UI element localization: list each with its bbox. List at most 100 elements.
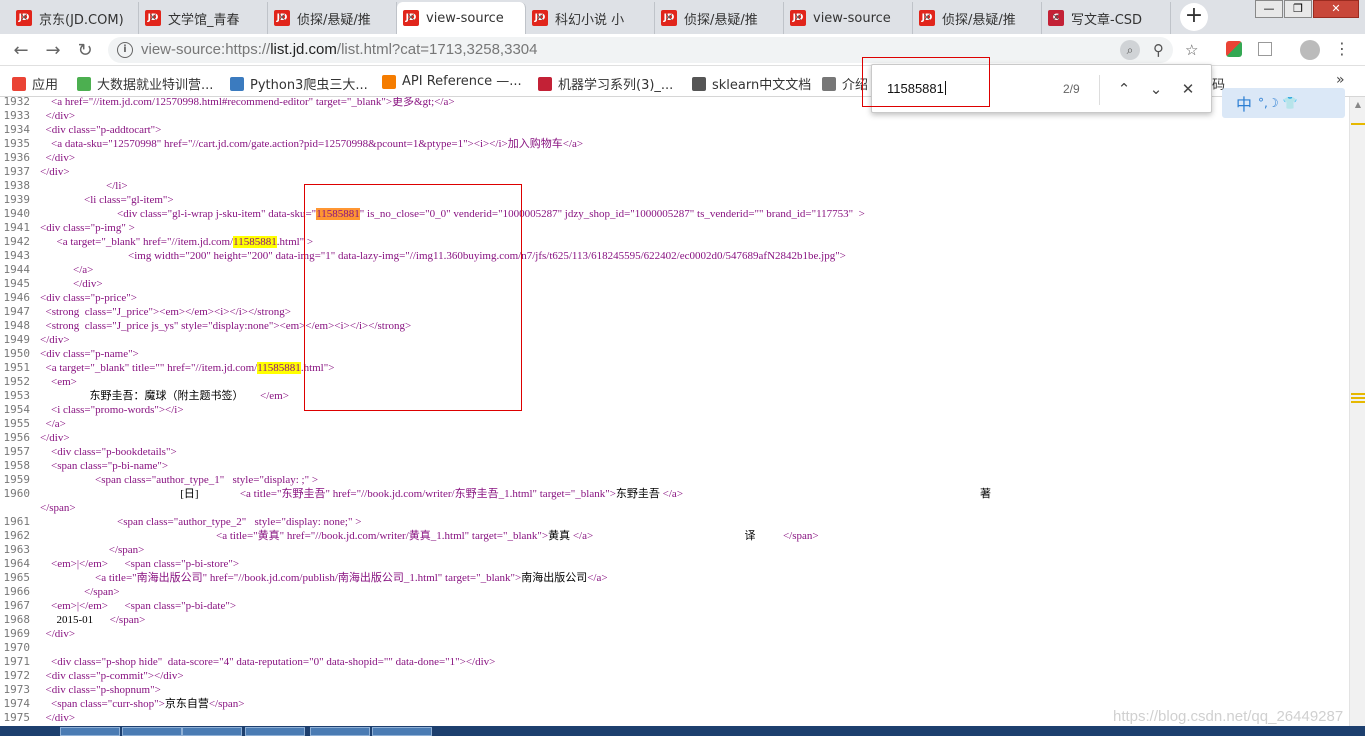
omnibox[interactable]: i view-source:https://list.jd.com/list.h… <box>108 37 1198 63</box>
extension-icon[interactable] <box>1226 41 1242 57</box>
window-close-button[interactable]: ✕ <box>1313 0 1359 18</box>
line-number: 1956 <box>3 431 31 444</box>
bookmark-label: 应用 <box>32 78 59 93</box>
tab-5[interactable]: JD 侦探/悬疑/推 × <box>655 2 784 34</box>
maximize-button[interactable]: ❐ <box>1284 0 1312 18</box>
find-close-button[interactable]: ✕ <box>1177 78 1199 100</box>
tab-close-icon[interactable]: × <box>919 11 935 26</box>
line-number: 1933 <box>3 109 31 122</box>
vertical-scrollbar[interactable]: ▲ <box>1349 97 1365 726</box>
source-markup: <div class="p-commit"></div> <box>40 670 184 682</box>
profile-avatar[interactable] <box>1300 40 1320 60</box>
bookmark-item[interactable]: 大数据就业特训营... <box>77 74 213 93</box>
tab-close-icon[interactable]: × <box>274 11 290 26</box>
source-line: <div class="p-commit"></div> <box>40 669 184 683</box>
line-number: 1965 <box>3 571 31 584</box>
tab-1[interactable]: JD 文学馆_青春 × <box>139 2 268 34</box>
source-markup: </a> <box>587 572 608 584</box>
find-magnifier-icon[interactable]: ⌕ <box>1120 40 1140 60</box>
shirt-icon[interactable]: 👕 <box>1283 96 1298 110</box>
line-number: 1966 <box>3 585 31 598</box>
line-number: 1954 <box>3 403 31 416</box>
tab-7[interactable]: JD 侦探/悬疑/推 × <box>913 2 1042 34</box>
tab-close-icon[interactable]: × <box>532 11 548 26</box>
tab-close-icon[interactable]: × <box>16 11 32 26</box>
source-text: [日] <box>40 488 240 500</box>
source-markup: </span> <box>40 502 76 514</box>
line-number: 1951 <box>3 361 31 374</box>
back-button[interactable]: ← <box>11 40 31 61</box>
bookmark-favicon-icon <box>230 76 244 91</box>
line-number: 1932 <box>3 97 31 108</box>
tab-close-icon[interactable]: × <box>145 11 161 26</box>
source-markup: </div> <box>40 166 70 178</box>
source-markup: </span> <box>40 544 145 556</box>
zoom-icon[interactable]: ⚲ <box>1153 41 1164 59</box>
source-markup: </span> <box>109 614 146 626</box>
line-number: 1942 <box>3 235 31 248</box>
tab-0[interactable]: JD 京东(JD.COM) × <box>10 2 139 34</box>
taskbar-item[interactable] <box>372 727 432 736</box>
bookmark-item[interactable]: 应用 <box>12 74 58 93</box>
source-line: <em>|</em> <span class="p-bi-date"> <box>40 599 236 613</box>
source-text: 东野圭吾：魔球（附主题书签） <box>40 390 260 402</box>
line-number: 1971 <box>3 655 31 668</box>
source-line: </a> <box>40 263 93 277</box>
scroll-up-icon[interactable]: ▲ <box>1352 100 1364 109</box>
source-markup: </div> <box>40 152 76 164</box>
source-markup: </div> <box>40 712 76 724</box>
tab-close-icon[interactable]: × <box>403 11 419 26</box>
line-number: 1973 <box>3 683 31 696</box>
doc-extension-icon[interactable] <box>1258 42 1272 56</box>
source-markup: </em> <box>260 390 289 402</box>
bookmark-item[interactable]: Python3爬虫三大... <box>230 74 368 93</box>
source-line: </span> <box>40 543 145 557</box>
bookmark-item[interactable]: API Reference —... <box>382 74 522 89</box>
reload-button[interactable]: ↻ <box>75 40 95 61</box>
taskbar-item[interactable] <box>182 727 242 736</box>
url-text[interactable]: view-source:https://list.jd.com/list.htm… <box>141 41 537 58</box>
bookmark-item[interactable]: sklearn中文文档 <box>692 74 811 93</box>
tab-2[interactable]: JD 侦探/悬疑/推 × <box>268 2 397 34</box>
tab-4[interactable]: JD 科幻小说 小 × <box>526 2 655 34</box>
source-line: </div> <box>40 165 70 179</box>
tab-title: 京东(JD.COM) <box>39 12 124 28</box>
forward-button[interactable]: → <box>43 40 63 61</box>
taskbar-item[interactable] <box>245 727 305 736</box>
taskbar-item[interactable] <box>60 727 120 736</box>
tab-title: view-source <box>813 10 891 26</box>
source-markup: <div class="p-shop hide" data-score="4" … <box>40 656 496 668</box>
source-markup: </span> <box>208 698 245 710</box>
bookmark-favicon-icon <box>12 76 26 91</box>
line-number: 1958 <box>3 459 31 472</box>
bookmark-star-icon[interactable]: ☆ <box>1185 41 1198 59</box>
line-number: 1949 <box>3 333 31 346</box>
tab-close-icon[interactable]: × <box>661 11 677 26</box>
source-line: <a data-sku="12570998" href="//cart.jd.c… <box>40 137 583 151</box>
tab-3[interactable]: JD view-source × <box>397 2 526 34</box>
line-number: 1952 <box>3 375 31 388</box>
tab-title: 科幻小说 小 <box>555 12 625 28</box>
taskbar-item[interactable] <box>122 727 182 736</box>
tab-close-icon[interactable]: × <box>790 11 806 26</box>
bookmark-item[interactable]: 机器学习系列(3)_... <box>538 74 673 93</box>
info-icon[interactable]: i <box>117 42 133 58</box>
find-match: 11585881 <box>257 362 301 374</box>
tab-8[interactable]: C 写文章-CSD × <box>1042 2 1171 34</box>
bookmarks-overflow-icon[interactable]: » <box>1336 72 1345 88</box>
line-number: 1972 <box>3 669 31 682</box>
minimize-button[interactable]: — <box>1255 0 1283 18</box>
source-line: </div> <box>40 277 103 291</box>
tab-close-icon[interactable]: × <box>1048 11 1064 26</box>
source-markup: </a> <box>662 488 684 500</box>
ime-toolbar[interactable]: 中 °,☽ 👕 <box>1222 88 1345 118</box>
find-previous-button[interactable]: ⌃ <box>1113 78 1135 100</box>
menu-kebab-icon[interactable]: ⋮ <box>1334 39 1350 58</box>
taskbar-item[interactable] <box>310 727 370 736</box>
source-markup: <div class="p-bookdetails"> <box>40 446 177 458</box>
new-tab-button[interactable]: + <box>1180 3 1208 31</box>
tab-title: 侦探/悬疑/推 <box>684 12 758 28</box>
find-next-button[interactable]: ⌄ <box>1145 78 1167 100</box>
tab-6[interactable]: JD view-source × <box>784 2 913 34</box>
source-line: <div class="p-addtocart"> <box>40 123 162 137</box>
